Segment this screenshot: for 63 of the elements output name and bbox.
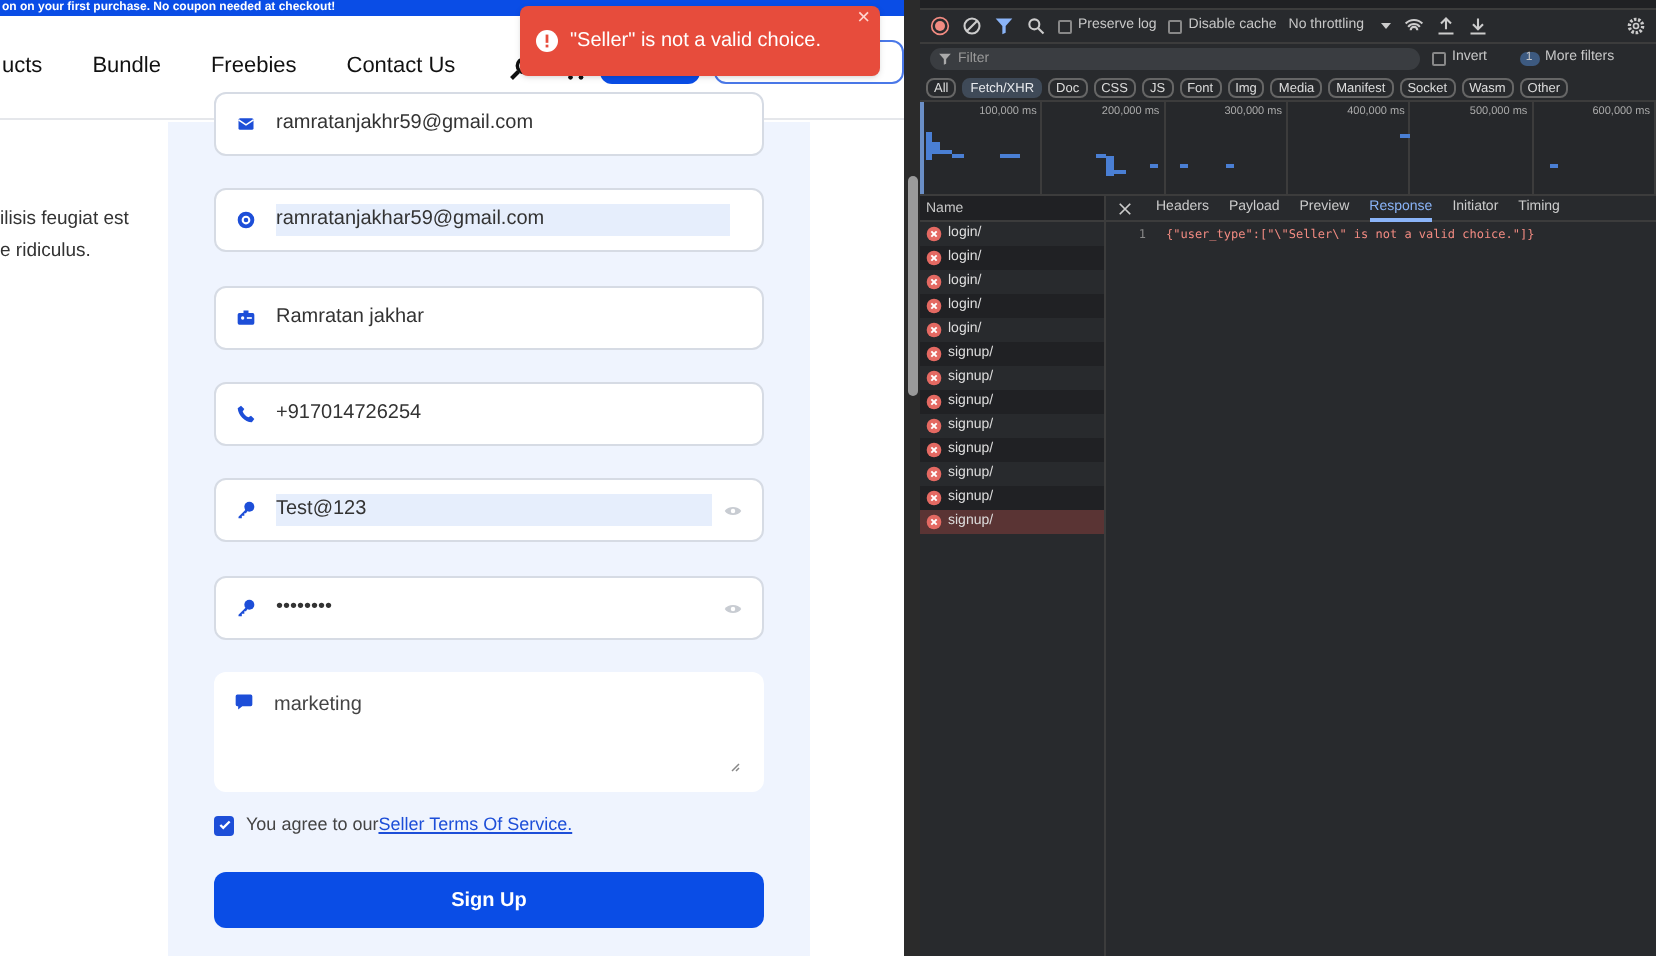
checkbox[interactable] [1168,19,1183,33]
field-value: ramratanjakhar59@gmail.com [276,204,730,236]
settings-icon [1626,16,1646,36]
field-value: •••••••• [276,594,333,622]
error-icon [926,394,942,410]
input-field[interactable]: ramratanjakhar59@gmail.com [214,188,764,252]
caret-icon [1380,20,1393,32]
field-value: marketing [274,692,362,720]
error-icon [926,346,942,362]
error-icon [926,322,942,338]
search-icon [1026,16,1046,36]
key-icon [236,500,256,520]
id-card-icon [236,308,256,328]
error-icon [926,370,942,386]
terms-link[interactable]: Seller Terms Of Service. [378,812,573,839]
error-icon [926,274,942,290]
close-icon [1118,201,1132,215]
sign-up-button[interactable]: Sign Up [214,872,764,928]
error-icon [926,418,942,434]
checkbox[interactable] [1058,19,1072,33]
error-icon [926,466,942,482]
field-value: +917014726254 [276,400,422,428]
field-value: ramratanjakhr59@gmail.com [276,110,534,138]
wifi-icon [1404,16,1425,36]
resize-handle-icon [728,760,740,772]
key-icon [236,598,256,618]
checkbox[interactable] [1432,52,1446,66]
error-icon [926,298,942,314]
agree-text: You agree to our [246,812,379,838]
check-icon [217,818,231,833]
nav-link[interactable]: ucts [2,50,43,84]
error-icon [926,250,942,266]
upload-icon [1436,16,1457,36]
error-icon [926,442,942,458]
scrollbar-thumb[interactable] [907,176,917,396]
clear-icon [962,16,982,36]
nav-link[interactable]: Freebies [210,50,297,84]
input-field[interactable]: •••••••• [214,576,764,640]
error-icon [926,514,942,530]
input-field[interactable]: ramratanjakhr59@gmail.com [214,92,764,156]
toast-message: "Seller" is not a valid choice. [570,28,821,56]
error-icon [926,226,942,242]
input-field[interactable]: Test@123 [214,478,764,542]
body-text: e ridiculus. [0,238,93,266]
record-icon [930,16,950,36]
nav-link[interactable]: Contact Us [346,50,456,84]
input-field[interactable]: Ramratan jakhar [214,286,764,350]
download-icon [1468,16,1489,36]
checkbox[interactable] [214,815,234,836]
alert-icon [536,30,558,52]
field-value: Test@123 [276,494,712,526]
envelope-icon [236,114,256,134]
phone-icon [236,404,256,424]
field-value: Ramratan jakhar [276,304,424,332]
nav-link[interactable]: Bundle [92,50,161,84]
input-field[interactable]: +917014726254 [214,382,764,446]
user-circle-icon [236,210,256,230]
error-icon [926,490,942,506]
chat-bubble-icon [234,692,254,712]
filter-icon [938,52,952,66]
filter-icon [994,16,1014,36]
message-field[interactable]: marketing [214,672,764,792]
body-text: ilisis feugiat est [0,206,129,234]
